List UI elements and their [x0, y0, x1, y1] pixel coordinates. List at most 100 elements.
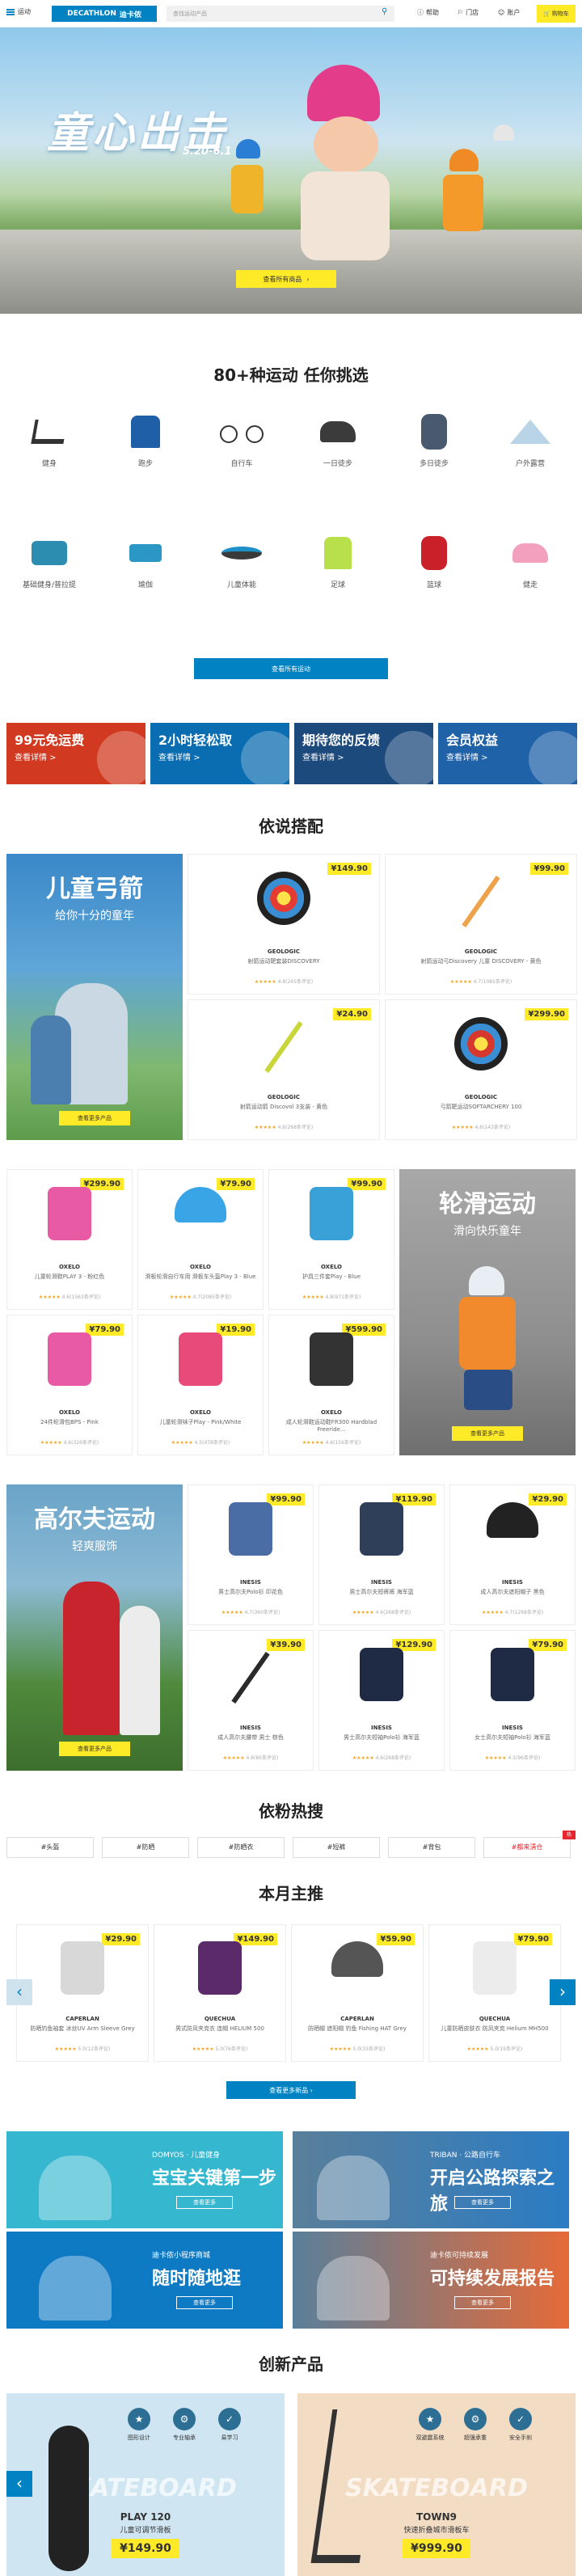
sport-item-8[interactable]: 儿童体能 [213, 532, 270, 589]
product-brand: CAPERLAN [340, 2016, 374, 2022]
archery-more-button[interactable]: 查看更多产品 [59, 1111, 130, 1125]
campaign-banner-0[interactable]: DOMYOS · 儿童健身 宝宝关键第一步 查看更多 [6, 2131, 283, 2228]
help-link[interactable]: ⓘ 帮助 [417, 8, 439, 17]
product-card[interactable]: ¥299.90 GEOLOGIC 弓箭靶运动SOFTARCHERY 100 ★★★★★… [385, 999, 577, 1140]
sport-item-5[interactable]: 户外露营 [502, 411, 559, 468]
banner-button[interactable]: 查看更多 [176, 2196, 233, 2209]
all-sports-button[interactable]: 查看所有运动 [194, 658, 388, 679]
rating-value: 5.0 [215, 2046, 224, 2052]
sport-item-2[interactable]: 自行车 [213, 411, 270, 468]
product-card[interactable]: ¥149.90 GEOLOGIC 射箭运动靶套装DISCOVERY ★★★★★ 4.8… [188, 854, 380, 995]
product-card[interactable]: ¥149.90 QUECHUA 男式防风夹克衣 连帽 HELIUM 500 ★★★★★… [154, 1924, 286, 2062]
product-card[interactable]: ¥59.90 CAPERLAN 防晒帽 遮阳帽 钓鱼 Fishing HAT Gre… [291, 1924, 424, 2062]
price-badge: ¥99.90 [348, 1178, 386, 1190]
product-card[interactable]: ¥39.90 INESIS 成人高尔夫腰带 男士 棕色 ★★★★★ 4.6(85条评论… [188, 1630, 314, 1771]
golf-feature[interactable]: 高尔夫运动 轻爽服饰 查看更多产品 [6, 1484, 183, 1771]
golf-more-button[interactable]: 查看更多产品 [59, 1742, 130, 1756]
hot-tag[interactable]: #背包 [388, 1837, 475, 1858]
sport-item-9[interactable]: 足球 [310, 532, 366, 589]
product-card[interactable]: ¥79.90 QUECHUA 儿童防晒皮肤衣 防风夹克 Helium MH500 ★★… [428, 1924, 561, 2062]
product-card[interactable]: ¥79.90 OXELO 滑板轮滑自行车用 滑板车头盔Play 3 - Blue ★★… [137, 1169, 264, 1310]
review-count: (12条评论) [86, 2046, 111, 2052]
search-input[interactable]: 查找运动产品 [167, 6, 394, 22]
product-card[interactable]: ¥99.90 GEOLOGIC 射箭运动弓Discovery 儿童 DISCOVER… [385, 854, 577, 995]
promo-decoration [529, 731, 577, 784]
cart-button[interactable]: 🛒 购物车 [537, 5, 576, 23]
product-name: 成人高尔夫腰带 男士 棕色 [217, 1734, 284, 1741]
search-icon[interactable]: ⚲ [382, 7, 387, 16]
star-icon: ★★★★★ [221, 1610, 245, 1615]
sport-item-6[interactable]: 基础健身/普拉提 [21, 532, 78, 589]
campaign-banner-2[interactable]: 迪卡侬小程序商城 随时随地逛 查看更多 [6, 2232, 283, 2329]
product-card[interactable]: ¥129.90 INESIS 男士高尔夫短袖Polo衫 海军蓝 ★★★★★ 4.6(2… [318, 1630, 445, 1771]
product-card[interactable]: ¥29.90 INESIS 成人高尔夫遮阳帽子 黑色 ★★★★★ 4.7(1298条评… [449, 1484, 576, 1625]
sport-item-3[interactable]: 一日徒步 [310, 411, 366, 468]
skating-feature[interactable]: 轮滑运动 滑向快乐童年 查看更多产品 [399, 1169, 576, 1455]
product-rating: ★★★★★ 4.6(326条评论) [7, 1438, 132, 1446]
product-card[interactable]: ¥299.90 OXELO 儿童轮滑鞋PLAY 3 - 粉红色 ★★★★★ 4.6(1… [6, 1169, 133, 1310]
sport-item-7[interactable]: 瑜伽 [117, 532, 174, 589]
review-count: (360条评论) [252, 1610, 280, 1615]
skating-more-button[interactable]: 查看更多产品 [452, 1426, 523, 1441]
review-count: (33条评论) [361, 2046, 386, 2052]
promo-banner-3[interactable]: 会员权益 查看详情 > [438, 723, 577, 784]
product-card[interactable]: ¥29.90 CAPERLAN 防晒钓鱼袖套 冰丝UV Arm Sleeve Gre… [16, 1924, 149, 2062]
archery-feature[interactable]: 儿童弓箭 给你十分的童年 查看更多产品 [6, 854, 183, 1140]
product-card[interactable]: ¥79.90 INESIS 女士高尔夫短袖Polo衫 海军蓝 ★★★★★ 4.5(96… [449, 1630, 576, 1771]
new-product-panel-0[interactable]: SKATEBOARD ★ 图形设计 ⚙ 专业轴承 ✓ 易学习 PLAY 120 儿童可调节滑板 ¥… [6, 2393, 285, 2576]
hot-tag[interactable]: #防晒 [102, 1837, 189, 1858]
hot-tag[interactable]: #短裤 [293, 1837, 380, 1858]
price-badge: ¥39.90 [267, 1639, 305, 1651]
product-card[interactable]: ¥24.90 GEOLOGIC 射箭运动箭 Discovol 3支装 - 黄色 ★★★… [188, 999, 380, 1140]
hot-tag[interactable]: #头盔 [6, 1837, 94, 1858]
hot-tag[interactable]: #都来淸仓 [483, 1837, 571, 1858]
sports-menu-button[interactable]: 运动 [6, 7, 31, 16]
decathlon-logo[interactable]: DECATHLON 迪卡侬 [52, 6, 157, 22]
stores-link[interactable]: ⚐ 门店 [458, 8, 479, 17]
product-card[interactable]: ¥19.90 OXELO 儿童轮滑袜子Play - Pink/White ★★★★★ … [137, 1315, 264, 1455]
product-card[interactable]: ¥119.90 INESIS 男士高尔夫短裤裤 海军蓝 ★★★★★ 4.6(268条评… [318, 1484, 445, 1625]
product-brand: OXELO [58, 1264, 81, 1270]
hero-cta-button[interactable]: 查看所有商品 › [236, 270, 336, 288]
product-image [61, 1941, 104, 1995]
banner-button[interactable]: 查看更多 [454, 2296, 511, 2309]
product-brand: OXELO [320, 1264, 343, 1270]
rating-value: 4.5 [508, 1755, 517, 1761]
sport-item-10[interactable]: 篮球 [406, 532, 462, 589]
account-link[interactable]: ☺ 账户 [498, 8, 520, 17]
monthly-prev-arrow[interactable]: ‹ [6, 1979, 32, 2005]
product-card[interactable]: ¥79.90 OXELO 24件轮滑包BPS - Pink ★★★★★ 4.6(326… [6, 1315, 133, 1455]
hot-tag[interactable]: #防晒衣 [197, 1837, 285, 1858]
campaign-banner-1[interactable]: TRIBAN · 公路自行车 开启公路探索之旅 查看更多 [293, 2131, 569, 2228]
more-new-button[interactable]: 查看更多新品 › [226, 2081, 356, 2099]
new-prev-arrow[interactable]: ‹ [6, 2471, 32, 2497]
banner-title: 可持续发展报告 [430, 2269, 555, 2289]
product-card[interactable]: ¥99.90 INESIS 男士高尔夫Polo衫 印花色 ★★★★★ 4.7(360条… [188, 1484, 314, 1625]
monthly-next-arrow[interactable]: › [550, 1979, 576, 2005]
product-card[interactable]: ¥599.90 OXELO 成人轮滑鞋运动鞋FR300 Hardblad Freer… [268, 1315, 394, 1455]
golf-man-figure [63, 1581, 120, 1735]
promo-banner-0[interactable]: 99元免运费 查看详情 > [6, 723, 146, 784]
sport-item-4[interactable]: 多日徒步 [406, 411, 462, 468]
tent-icon [506, 411, 555, 453]
product-name: 女士高尔夫短袖Polo衫 海军蓝 [474, 1734, 550, 1741]
site-header: 运动 DECATHLON 迪卡侬 查找运动产品 ⚲ ⓘ 帮助 ⚐ 门店 ☺ 账户 🛒 购… [0, 0, 582, 27]
product-card[interactable]: ¥99.90 OXELO 护具三件套Play - Blue ★★★★★ 4.8(971… [268, 1169, 394, 1310]
price-badge: ¥29.90 [102, 1933, 140, 1945]
product-name: 射箭运动弓Discovery 儿童 DISCOVERY - 黄色 [420, 958, 542, 965]
hero-banner[interactable]: 童心出击 5.20-6.1 查看所有商品 › [0, 27, 582, 314]
campaign-banner-3[interactable]: 迪卡侬可持续发展可持续发展报告查看更多 [293, 2232, 569, 2329]
banner-button[interactable]: 查看更多 [454, 2196, 511, 2209]
product-brand: INESIS [240, 1579, 261, 1586]
sport-label: 瑜伽 [137, 581, 153, 589]
sport-item-1[interactable]: 跑步 [117, 411, 174, 468]
new-product-panel-1[interactable]: SKATEBOARD ★ 双避震系统 ⚙ 超强承重 ✓ 安全手刹 TOWN9 快速折叠城市滑板车… [297, 2393, 576, 2576]
promo-banner-2[interactable]: 期待您的反馈 查看详情 > [294, 723, 433, 784]
promo-banner-1[interactable]: 2小时轻松取 查看详情 > [150, 723, 289, 784]
product-rating: ★★★★★ 5.0(33条评论) [292, 2045, 423, 2052]
banner-button[interactable]: 查看更多 [176, 2296, 233, 2309]
banner-brand: 迪卡侬可持续发展 [430, 2252, 489, 2260]
sport-item-11[interactable]: 健走 [502, 532, 559, 589]
sport-item-0[interactable]: 健身 [21, 411, 78, 468]
product-name: 防晒帽 遮阳帽 钓鱼 Fishing HAT Grey [308, 2025, 407, 2032]
